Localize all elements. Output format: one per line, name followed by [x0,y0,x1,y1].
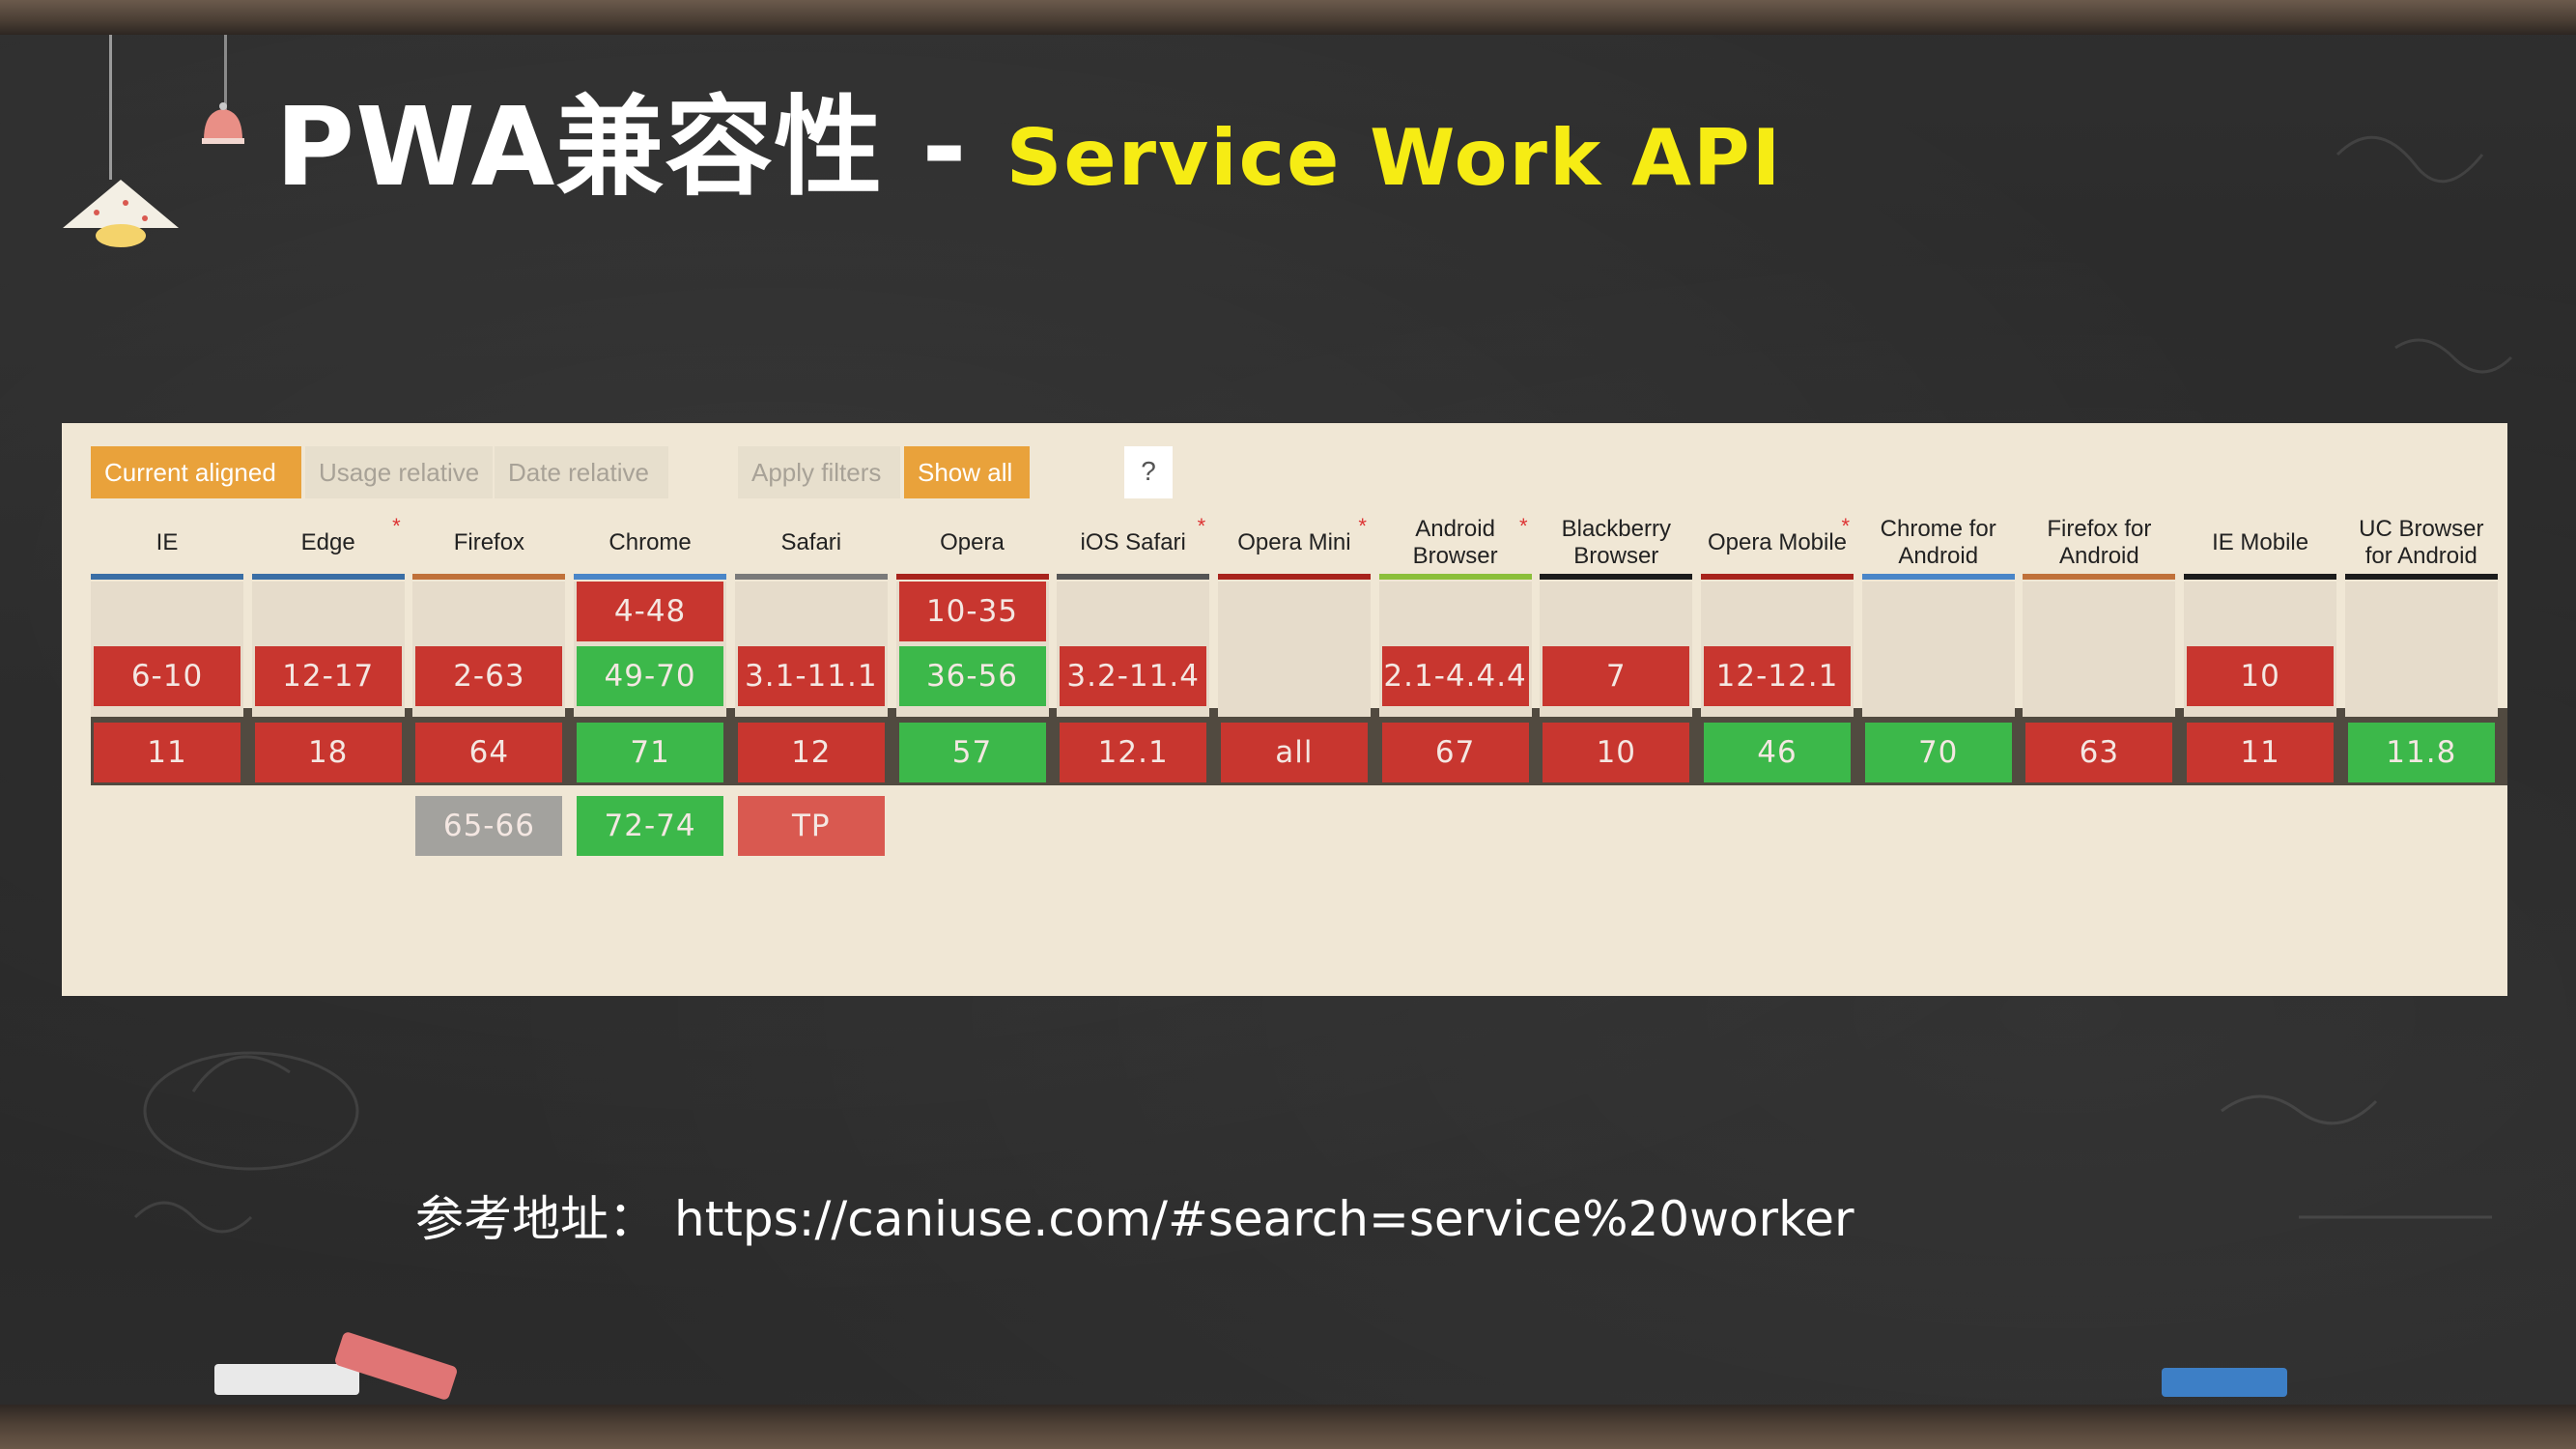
version-cell[interactable]: 72-74 [577,796,724,856]
version-cell[interactable]: 49-70 [577,646,724,706]
board-frame-bottom [0,1405,2576,1449]
caniuse-panel: Current aligned Usage relative Date rela… [62,423,2507,996]
browser-name[interactable]: Edge [252,512,405,574]
version-cell[interactable]: 65-66 [415,796,563,856]
version-cell[interactable]: TP [737,796,885,856]
browser-color-bar [895,574,1049,580]
browser-color-bar [1540,574,1693,580]
browser-color-bar [2344,574,2498,580]
browser-color-bar [412,574,566,580]
version-cell[interactable]: 18 [254,723,402,782]
bell-icon [202,102,244,144]
browser-name[interactable]: Firefox [412,512,565,574]
white-chalk-icon [214,1364,359,1395]
browser-color-bar [1057,574,1210,580]
browser-name[interactable]: Opera [896,512,1049,574]
title-main: PWA兼容性 - [275,85,968,211]
blue-chalk-icon [2162,1368,2287,1397]
browser-color-bar [1378,574,1532,580]
version-cell[interactable]: 67 [1381,723,1529,782]
browser-name[interactable]: Firefox for Android [2023,512,2175,574]
version-cell[interactable]: 36-56 [898,646,1046,706]
version-cell[interactable]: 71 [577,723,724,782]
view-toolbar: Current aligned Usage relative Date rela… [91,446,2486,498]
version-cell[interactable]: 10 [2187,646,2335,706]
note-asterisk: * [1519,514,1528,538]
version-cell[interactable]: 46 [1704,723,1851,782]
version-cell[interactable]: 10 [1543,723,1690,782]
reference-label: 参考地址： [415,1191,657,1247]
browser-color-bar [1217,574,1371,580]
reference-url-link[interactable]: https://caniuse.com/#search=service%20wo… [674,1191,1854,1247]
version-cell[interactable]: 57 [898,723,1046,782]
version-cell[interactable]: 70 [1864,723,2012,782]
show-all-button[interactable]: Show all [904,446,1030,498]
version-cell[interactable]: 6-10 [94,646,241,706]
column-background [1861,582,2015,717]
version-cell[interactable]: 3.2-11.4 [1060,646,1207,706]
column-background [1217,582,1371,717]
version-cell[interactable]: 63 [2025,723,2173,782]
browser-color-bar [1701,574,1854,580]
lamp-cord [109,35,112,180]
version-cell[interactable]: all [1220,723,1368,782]
column-background [2023,582,2176,717]
bell-cord [224,35,227,112]
reference-line: 参考地址： https://caniuse.com/#search=service… [415,1180,1854,1250]
apply-filters-button[interactable]: Apply filters [738,446,900,498]
usage-relative-button[interactable]: Usage relative [305,446,493,498]
browser-color-bar [91,574,243,580]
version-cell[interactable]: 12-17 [254,646,402,706]
version-cell[interactable]: 12-12.1 [1704,646,1851,706]
version-cell[interactable]: 10-35 [898,582,1046,641]
current-aligned-button[interactable]: Current aligned [91,446,301,498]
browser-color-bar [1861,574,2015,580]
version-cell[interactable]: 2.1-4.4.4 [1381,646,1529,706]
browser-name[interactable]: UC Browser for Android [2345,512,2498,574]
browser-name[interactable]: IE [91,512,243,574]
browser-color-bar [251,574,405,580]
browser-color-bar [734,574,888,580]
browser-color-bar [2184,574,2337,580]
slide-title: PWA兼容性 - Service Work API [275,60,1782,211]
date-relative-button[interactable]: Date relative [495,446,668,498]
note-asterisk: * [1358,514,1367,538]
browser-color-bar [2023,574,2176,580]
browser-color-bar [574,574,727,580]
browser-name[interactable]: Safari [735,512,888,574]
version-cell[interactable]: 64 [415,723,563,782]
browser-name[interactable]: Blackberry Browser [1540,512,1692,574]
version-cell[interactable]: 11 [94,723,241,782]
browser-name[interactable]: iOS Safari [1057,512,1209,574]
lamp-icon [63,180,179,247]
version-cell[interactable]: 7 [1543,646,1690,706]
browser-name[interactable]: Chrome for Android [1862,512,2015,574]
title-subtitle: Service Work API [1005,113,1783,203]
version-cell[interactable]: 4-48 [577,582,724,641]
browser-name[interactable]: IE Mobile [2184,512,2336,574]
version-cell[interactable]: 12.1 [1060,723,1207,782]
version-cell[interactable]: 11.8 [2347,723,2495,782]
column-background [2344,582,2498,717]
board-frame-top [0,0,2576,35]
help-button[interactable]: ? [1124,446,1173,498]
version-cell[interactable]: 12 [737,723,885,782]
browser-name[interactable]: Android Browser [1379,512,1532,574]
note-asterisk: * [1841,514,1850,538]
browser-name[interactable]: Chrome [574,512,726,574]
version-cell[interactable]: 3.1-11.1 [737,646,885,706]
version-cell[interactable]: 11 [2187,723,2335,782]
note-asterisk: * [1197,514,1206,538]
note-asterisk: * [392,514,401,538]
browser-name[interactable]: Opera Mobile [1701,512,1854,574]
browser-name[interactable]: Opera Mini [1218,512,1371,574]
version-cell[interactable]: 2-63 [415,646,563,706]
